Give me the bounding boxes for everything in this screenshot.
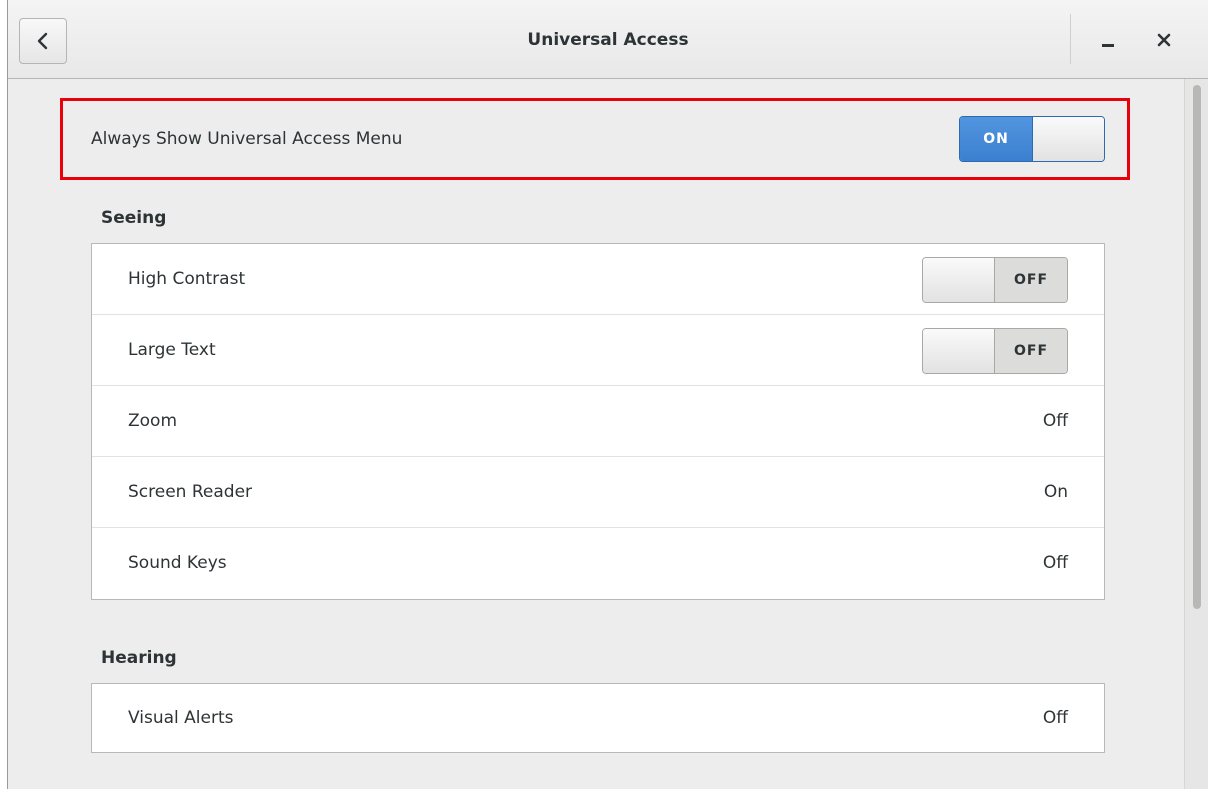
list-item-high-contrast[interactable]: High Contrast OFF [92, 244, 1104, 315]
minimize-icon [1102, 44, 1114, 47]
switch-knob [923, 329, 995, 373]
hearing-list: Visual Alerts Off [91, 683, 1105, 753]
switch-knob [923, 258, 995, 302]
close-icon [1157, 33, 1171, 47]
row-value: On [1043, 482, 1068, 502]
header-bar: Universal Access [8, 0, 1208, 79]
list-item-large-text[interactable]: Large Text OFF [92, 315, 1104, 386]
always-show-menu-label: Always Show Universal Access Menu [91, 129, 403, 149]
row-label: Screen Reader [128, 482, 253, 502]
large-text-switch[interactable]: OFF [922, 328, 1068, 374]
switch-knob [1032, 117, 1104, 161]
list-item-visual-alerts[interactable]: Visual Alerts Off [92, 684, 1104, 755]
titlebar-separator [1070, 14, 1071, 64]
row-value: Off [1042, 553, 1068, 573]
list-item-screen-reader[interactable]: Screen Reader On [92, 457, 1104, 528]
row-label: Large Text [128, 340, 216, 360]
row-value: Off [1042, 708, 1068, 728]
always-show-menu-switch[interactable]: ON [959, 116, 1105, 162]
switch-on-label: ON [960, 117, 1032, 161]
list-item-zoom[interactable]: Zoom Off [92, 386, 1104, 457]
vertical-scrollbar[interactable] [1184, 79, 1208, 789]
row-label: Zoom [128, 411, 178, 431]
close-button[interactable] [1144, 20, 1184, 60]
switch-off-label: OFF [995, 329, 1067, 373]
window-title: Universal Access [527, 30, 689, 50]
seeing-section-title: Seeing [101, 208, 167, 228]
row-value: Off [1042, 411, 1068, 431]
row-label: Visual Alerts [128, 708, 234, 728]
settings-window: Universal Access Always Show Universal A… [7, 0, 1208, 789]
scrollbar-thumb[interactable] [1193, 85, 1201, 609]
seeing-list: High Contrast OFF Large Text OFF Zoom Of… [91, 243, 1105, 600]
hearing-section-title: Hearing [101, 648, 177, 668]
row-label: Sound Keys [128, 553, 227, 573]
high-contrast-switch[interactable]: OFF [922, 257, 1068, 303]
row-label: High Contrast [128, 269, 246, 289]
switch-off-label: OFF [995, 258, 1067, 302]
list-item-sound-keys[interactable]: Sound Keys Off [92, 528, 1104, 599]
minimize-button[interactable] [1088, 20, 1128, 60]
